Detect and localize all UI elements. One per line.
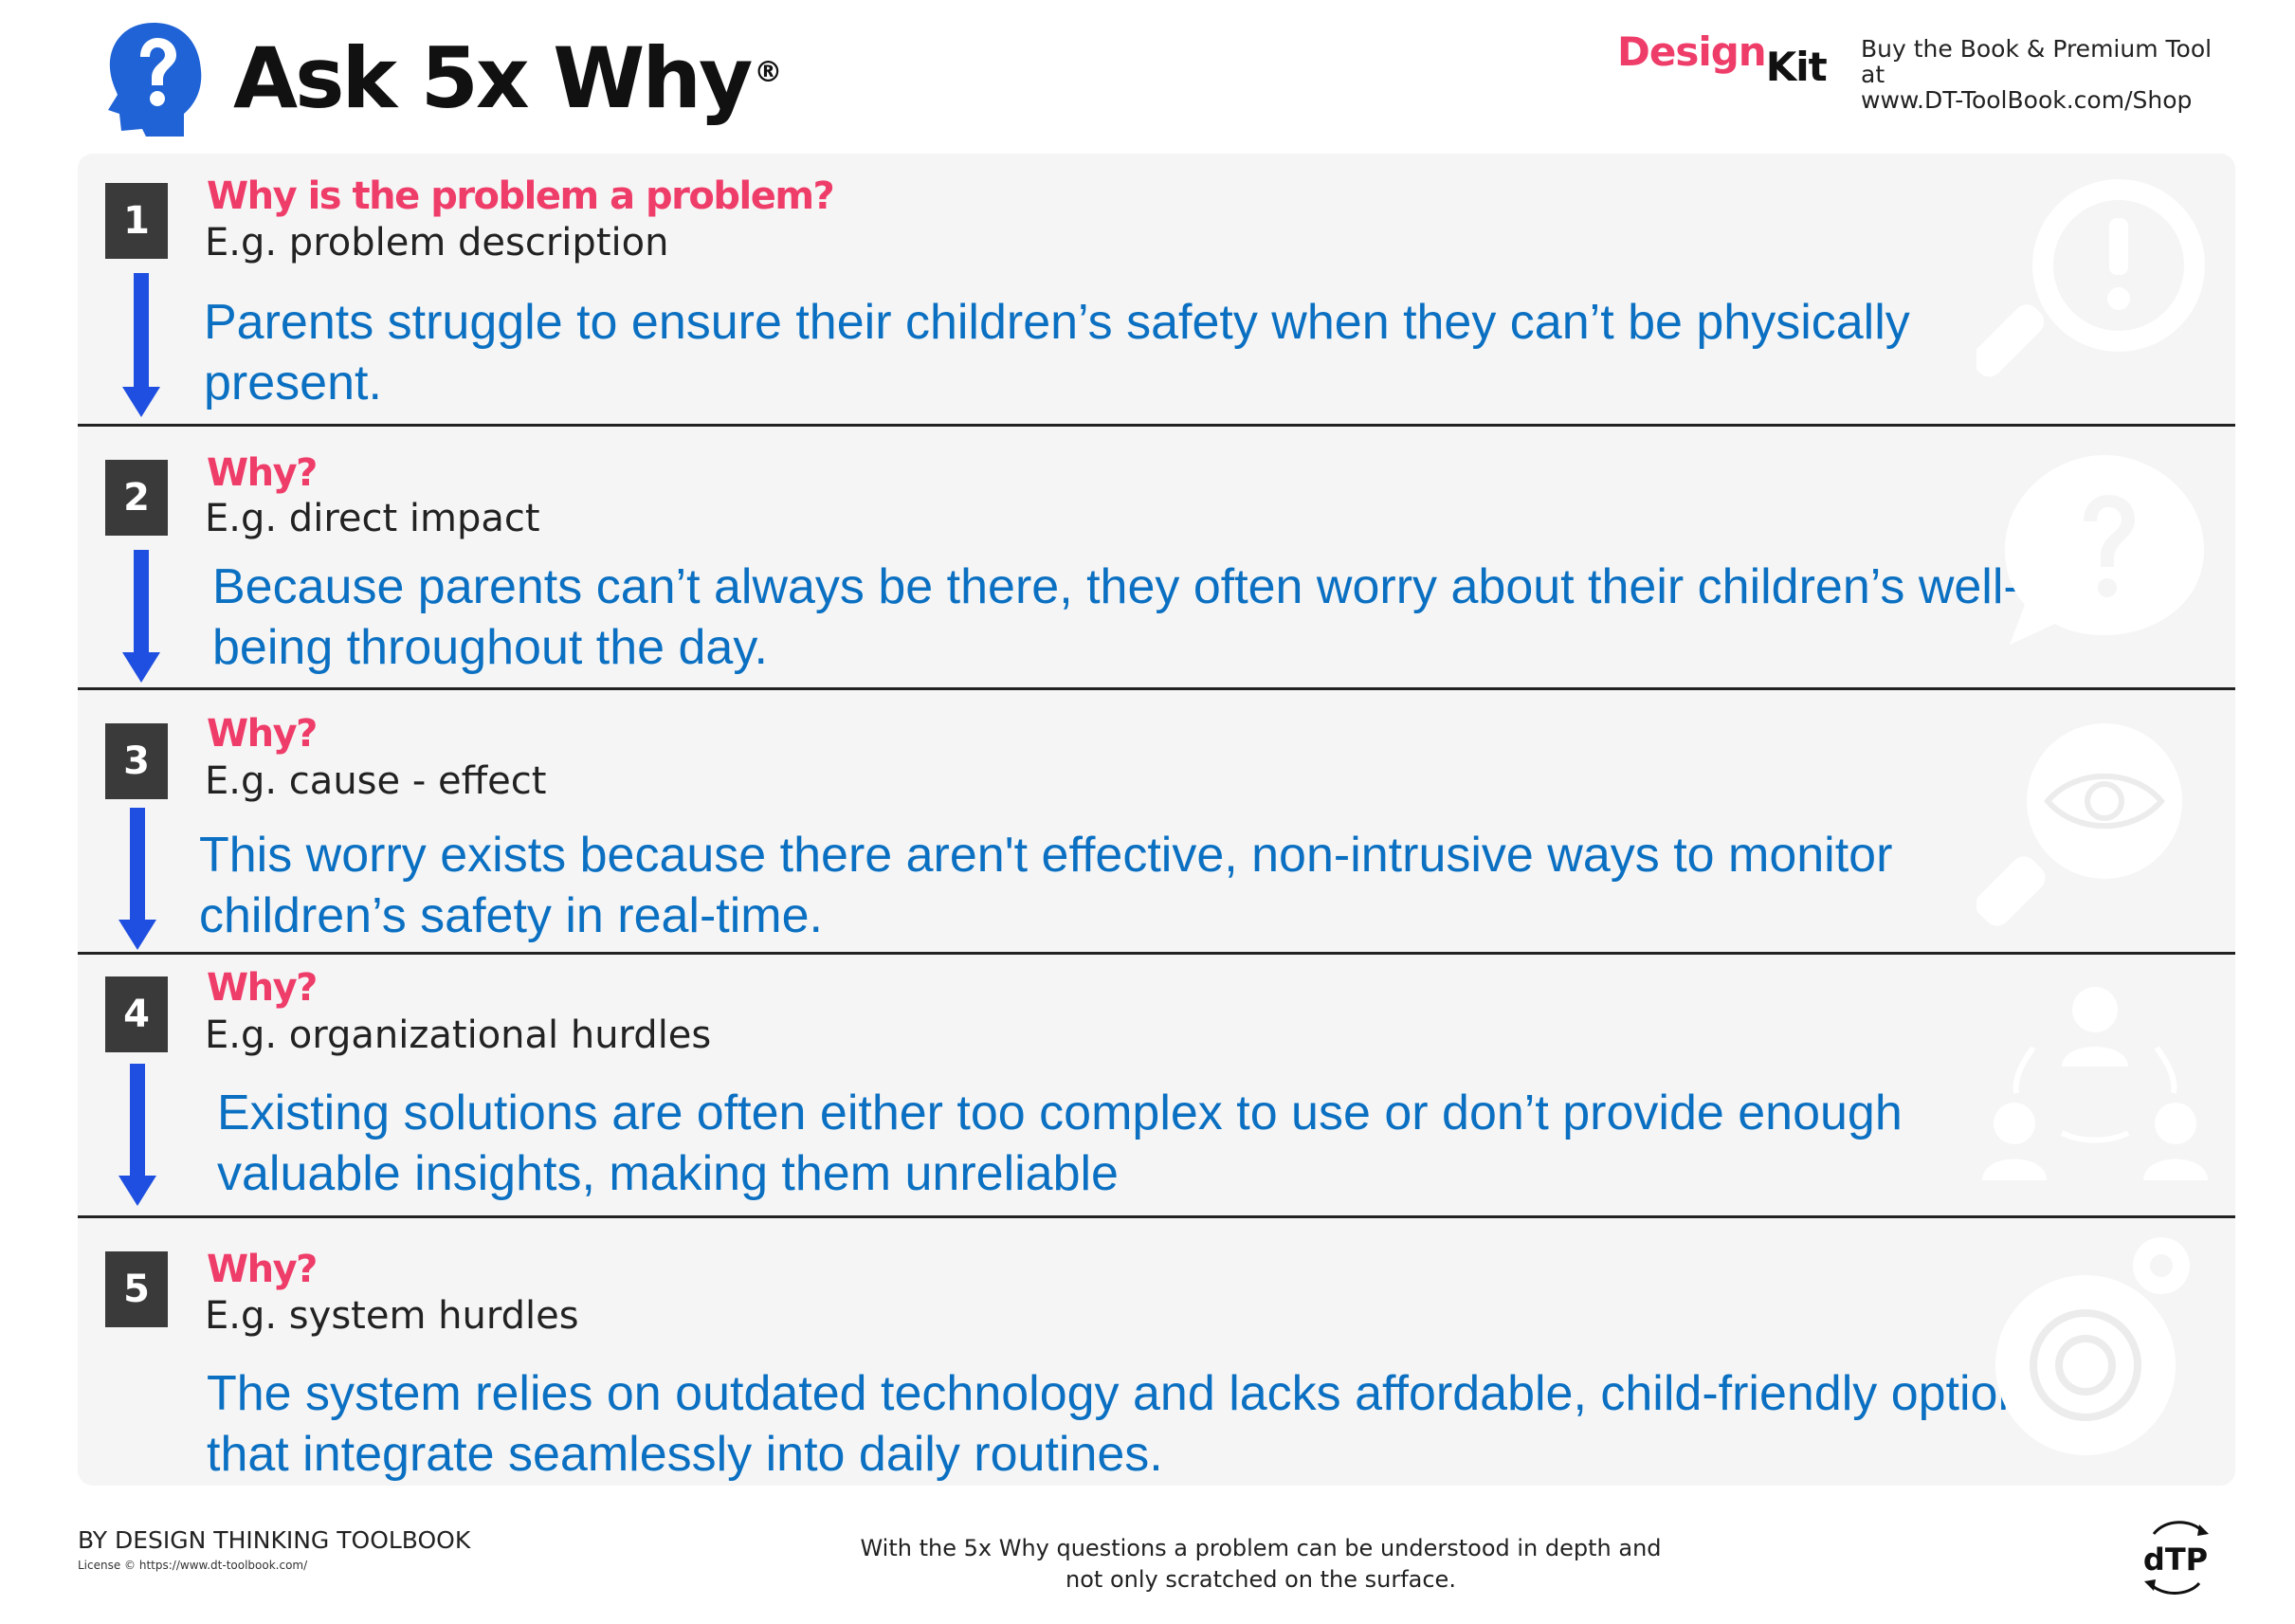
row-divider <box>78 424 2235 427</box>
page-title: Ask 5x Why ® <box>233 29 783 127</box>
step-question: Why? <box>207 1248 318 1291</box>
step-number-badge: 1 <box>105 183 168 259</box>
buy-line-2: at <box>1861 61 1885 88</box>
down-arrow-icon <box>118 808 156 950</box>
down-arrow-icon <box>118 1064 156 1206</box>
footer-license[interactable]: License © https://www.dt-toolbook.com/ <box>78 1559 307 1572</box>
down-arrow-icon <box>122 550 160 683</box>
footer-note: With the 5x Why questions a problem can … <box>860 1535 1662 1593</box>
step-example: E.g. problem description <box>205 221 669 265</box>
step-number-badge: 2 <box>105 460 168 536</box>
brand-kit-text: Kit <box>1765 44 1828 90</box>
step-number-badge: 4 <box>105 976 168 1052</box>
down-arrow-icon <box>122 273 160 417</box>
designkit-brand-logo: DesignKit <box>1617 28 1828 90</box>
people-network-icon <box>1982 987 2208 1180</box>
step-question: Why? <box>207 451 318 495</box>
step-answer[interactable]: Existing solutions are often either too … <box>217 1083 2066 1204</box>
gear-system-icon <box>1995 1237 2190 1455</box>
footer-brand: BY DESIGN THINKING TOOLBOOK <box>78 1526 471 1554</box>
step-answer[interactable]: Parents struggle to ensure their childre… <box>204 292 2052 413</box>
row-divider <box>78 952 2235 955</box>
registered-mark: ® <box>754 56 783 89</box>
question-bubble-icon <box>2005 455 2204 645</box>
buy-line-1: Buy the Book & Premium Tool <box>1861 35 2213 63</box>
step-example: E.g. cause - effect <box>205 759 547 803</box>
row-divider <box>78 1215 2235 1218</box>
step-answer[interactable]: The system relies on outdated technology… <box>207 1363 2055 1485</box>
dtp-logo-icon: dTP <box>2133 1517 2218 1598</box>
buy-link[interactable]: www.DT-ToolBook.com/Shop <box>1861 87 2249 113</box>
buy-book-notice: Buy the Book & Premium Tool at www.DT-To… <box>1861 36 2249 113</box>
step-question: Why is the problem a problem? <box>207 174 835 218</box>
step-example: E.g. direct impact <box>205 497 540 540</box>
step-question: Why? <box>207 966 318 1010</box>
eye-magnifier-icon <box>1976 723 2182 926</box>
dtp-logo-text: dTP <box>2143 1542 2208 1578</box>
step-number-badge: 3 <box>105 723 168 799</box>
magnifier-exclamation-icon <box>1976 179 2205 377</box>
step-answer[interactable]: This worry exists because there aren't e… <box>199 825 2048 946</box>
step-answer[interactable]: Because parents can’t always be there, t… <box>212 557 2061 678</box>
brand-design-text: Design <box>1617 28 1767 75</box>
step-example: E.g. organizational hurdles <box>205 1013 712 1057</box>
step-number-badge: 5 <box>105 1251 168 1327</box>
step-question: Why? <box>207 712 318 756</box>
step-example: E.g. system hurdles <box>205 1294 579 1338</box>
head-question-logo-icon <box>104 19 204 137</box>
row-divider <box>78 687 2235 690</box>
